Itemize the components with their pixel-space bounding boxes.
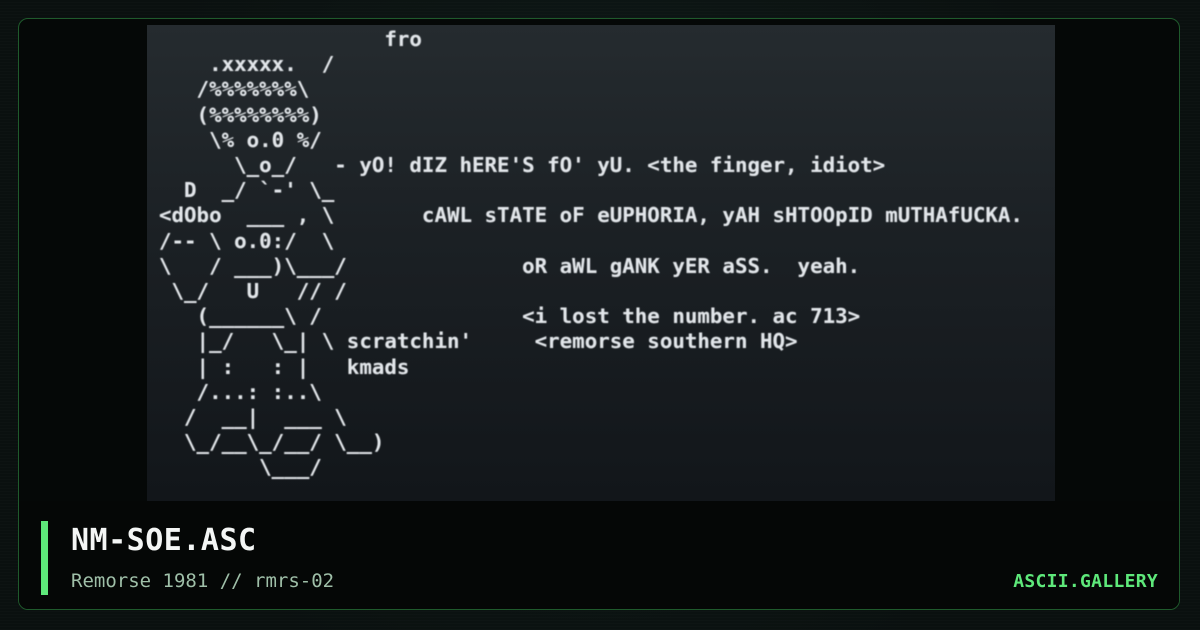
ascii-line: fro — [159, 27, 422, 51]
artwork-credit: Remorse 1981 // rmrs-02 — [71, 570, 335, 592]
ascii-artwork: fro .xxxxx. / /%%%%%%%\ (%%%%%%%%) \% o.… — [159, 27, 1023, 481]
ascii-line: \_/__\_/__/ \__) — [159, 430, 385, 455]
page: fro .xxxxx. / /%%%%%%%\ (%%%%%%%%) \% o.… — [0, 0, 1200, 630]
ascii-line: \% o.0 %/ — [159, 127, 322, 152]
ascii-line: /...: :..\ — [159, 379, 322, 404]
accent-bar — [41, 521, 48, 595]
ascii-line: D _/ `-' \_ — [159, 178, 335, 203]
artwork-title: NM-SOE.ASC — [71, 523, 257, 558]
card-frame: fro .xxxxx. / /%%%%%%%\ (%%%%%%%%) \% o.… — [18, 18, 1180, 610]
footer-bar: NM-SOE.ASC Remorse 1981 // rmrs-02 ASCII… — [19, 501, 1179, 609]
ascii-line: / __| ___ \ — [159, 405, 347, 430]
ascii-line: .xxxxx. / — [159, 52, 335, 77]
ascii-line: \___/ — [159, 455, 322, 480]
ascii-line: \ / ___)\___/ oR aWL gANK yER aSS. yeah. — [159, 253, 861, 278]
ascii-line: |_/ \_| \ scratchin' <remorse southern H… — [159, 329, 798, 354]
ascii-line: /-- \ o.0:/ \ — [159, 228, 335, 253]
ascii-line: (%%%%%%%%) — [159, 102, 322, 127]
artwork-screen: fro .xxxxx. / /%%%%%%%\ (%%%%%%%%) \% o.… — [147, 25, 1055, 501]
ascii-line: \_/ U // / — [159, 279, 347, 304]
ascii-line: \_o_/ - yO! dIZ hERE'S fO' yU. <the fing… — [159, 153, 886, 178]
ascii-line: | : : | kmads — [159, 354, 410, 379]
ascii-line: <dObo ___ , \ cAWL sTATE oF eUPHORIA, yA… — [159, 203, 1023, 228]
ascii-line: /%%%%%%%\ — [159, 77, 310, 102]
site-brand-link[interactable]: ASCII.GALLERY — [1013, 571, 1158, 592]
ascii-line: (______\ / <i lost the number. ac 713> — [159, 304, 861, 329]
